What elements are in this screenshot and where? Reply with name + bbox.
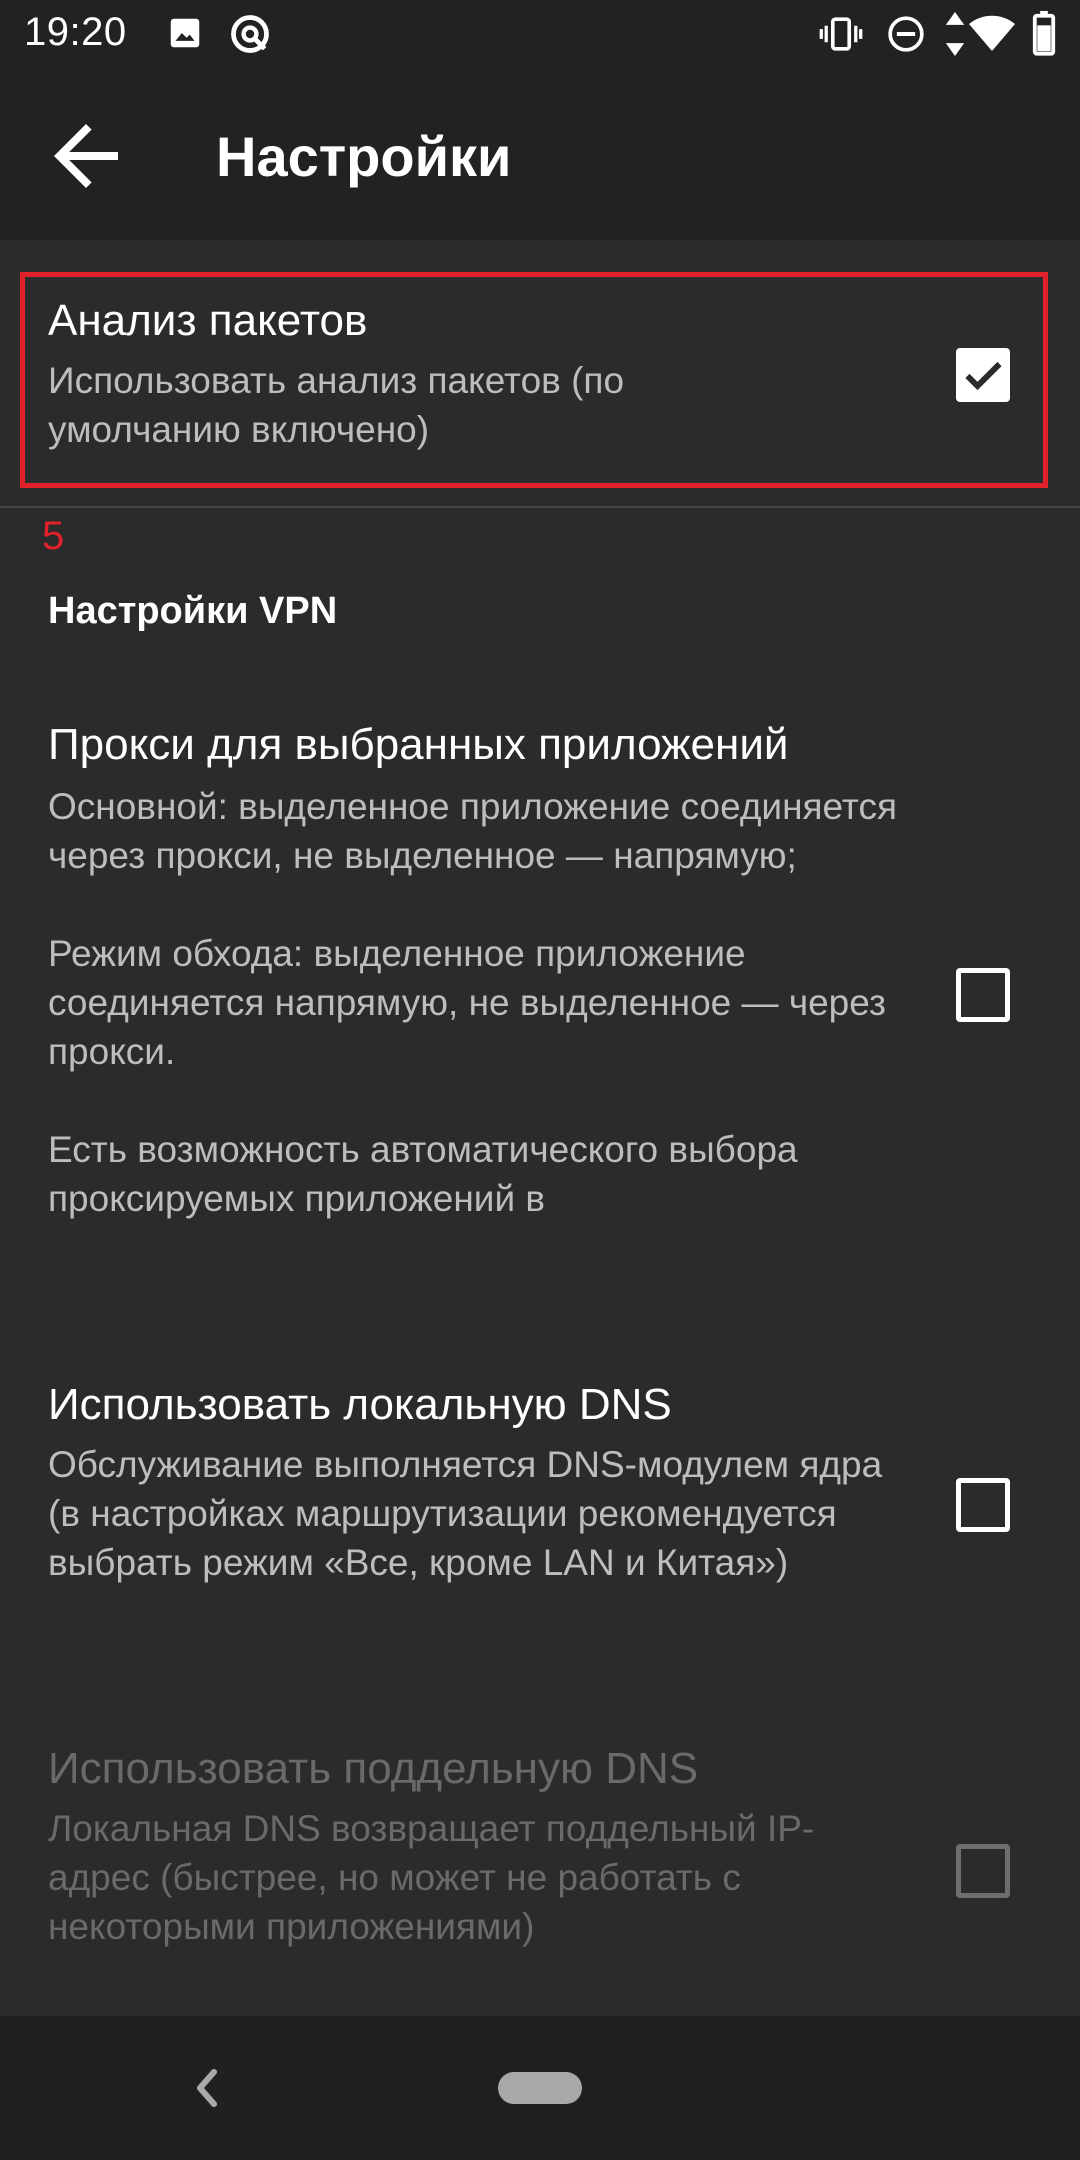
pref-fake-dns: Использовать поддельную DNS Локальная DN… [0,1700,1080,2000]
vibrate-icon [818,14,864,59]
nav-back-button[interactable] [186,2060,230,2116]
highlight-box [20,272,1048,488]
pref-title: Использовать локальную DNS [48,1380,672,1429]
fake-dns-checkbox [956,1844,1010,1898]
per-app-proxy-checkbox[interactable] [956,968,1010,1022]
nav-home-pill-icon[interactable] [498,2072,582,2104]
pref-local-dns[interactable]: Использовать локальную DNS Обслуживание … [0,1340,1080,1660]
data-arrows-icon [944,10,966,63]
wifi-icon [968,12,1016,59]
battery-icon [1032,10,1056,61]
page-title: Настройки [216,125,512,188]
annotation-label: 5 [42,514,65,558]
back-button[interactable] [38,108,134,204]
pref-summary: Локальная DNS возвращает поддельный IP-а… [48,1808,815,1947]
pref-summary: Обслуживание выполняется DNS-модулем ядр… [48,1444,883,1583]
status-bar: 19:20 [0,0,1080,72]
pref-title: Использовать поддельную DNS [48,1744,699,1793]
sync-icon [228,12,272,61]
local-dns-checkbox[interactable] [956,1478,1010,1532]
status-time: 19:20 [24,10,127,54]
pref-summary: Основной: выделенное приложение соединяе… [48,786,897,1219]
nav-back-icon [197,2069,217,2107]
pref-per-app-proxy[interactable]: Прокси для выбранных приложений Основной… [0,690,1080,1320]
navigation-bar [0,2016,1080,2160]
pref-title: Прокси для выбранных приложений [48,720,789,769]
divider [0,506,1080,508]
arrow-left-icon [54,124,118,188]
app-bar: Настройки [0,72,1080,240]
image-icon [166,14,204,57]
dnd-icon [886,14,926,59]
category-vpn-settings: Настройки VPN [48,590,338,632]
